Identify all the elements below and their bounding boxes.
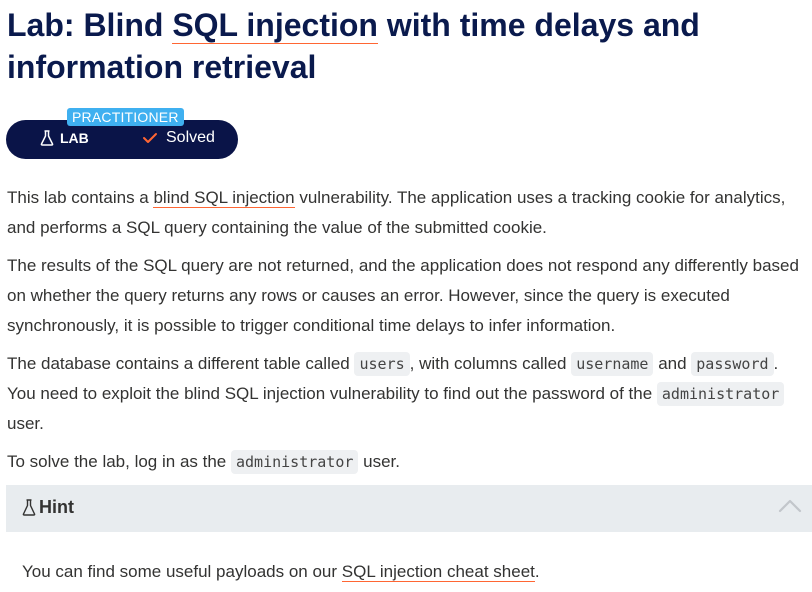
hint-text-start: You can find some useful payloads on our xyxy=(22,562,342,581)
flask-icon xyxy=(22,499,36,516)
sql-injection-cheat-sheet-link[interactable]: SQL injection cheat sheet xyxy=(341,562,535,582)
description-paragraph-4: To solve the lab, log in as the administ… xyxy=(7,447,807,477)
lab-page: Lab: Blind SQL injection with time delay… xyxy=(0,0,812,592)
description-paragraph-3: The database contains a different table … xyxy=(7,349,807,439)
lab-type: LAB xyxy=(40,130,89,146)
flask-icon xyxy=(40,130,54,146)
p1-text-start: This lab contains a xyxy=(7,188,154,207)
chevron-up-icon[interactable] xyxy=(778,498,802,514)
level-badge: PRACTITIONER xyxy=(67,108,184,126)
p3-text-1: The database contains a different table … xyxy=(7,354,355,373)
hint-toggle[interactable] xyxy=(6,485,812,532)
p4-text-1: To solve the lab, log in as the xyxy=(7,452,231,471)
hint-content: You can find some useful payloads on our… xyxy=(22,558,802,586)
code-password: password xyxy=(691,352,774,376)
p3-text-3: and xyxy=(653,354,692,373)
code-administrator: administrator xyxy=(656,382,785,406)
solved-status: Solved xyxy=(142,129,215,147)
description-paragraph-2: The results of the SQL query are not ret… xyxy=(7,256,799,335)
code-administrator-2: administrator xyxy=(230,450,359,474)
p4-text-2: user. xyxy=(358,452,400,471)
hint-label: Hint xyxy=(39,497,74,517)
title-sql-injection-link[interactable]: SQL injection xyxy=(172,7,378,44)
hint-header: Hint xyxy=(22,497,74,518)
page-title: Lab: Blind SQL injection with time delay… xyxy=(7,4,807,88)
solved-label: Solved xyxy=(166,129,215,146)
hint-text-end: . xyxy=(534,562,540,581)
blind-sql-injection-link[interactable]: blind SQL injection xyxy=(153,188,295,208)
p3-text-5: user. xyxy=(7,414,44,433)
code-username: username xyxy=(571,352,654,376)
checkmark-icon xyxy=(143,133,157,143)
title-prefix: Lab: Blind xyxy=(7,7,173,43)
code-users: users xyxy=(354,352,410,376)
description-paragraph-1: This lab contains a blind SQL injection … xyxy=(7,183,807,243)
p3-text-2: , with columns called xyxy=(409,354,572,373)
lab-type-label: LAB xyxy=(60,130,89,146)
